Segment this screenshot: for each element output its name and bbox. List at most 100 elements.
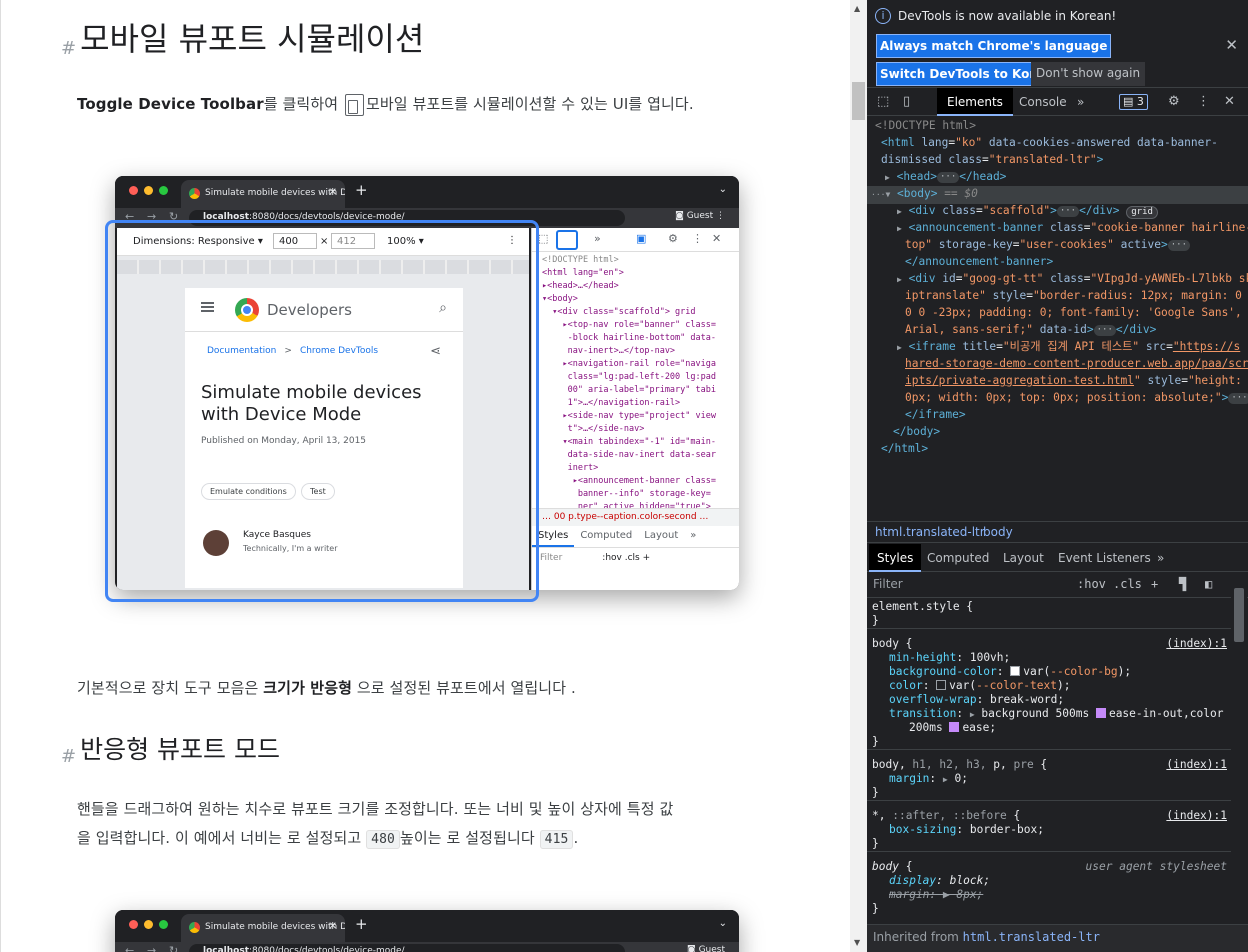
style-rule-line[interactable]: display: block; <box>867 874 990 888</box>
user-agent-label: user agent stylesheet <box>1085 860 1227 873</box>
styles-filter-bar: Filter :hov .cls + ▜ ◧ <box>867 572 1248 598</box>
style-rule-line[interactable]: } <box>867 786 879 800</box>
maximize-dot <box>159 186 168 195</box>
tab-computed[interactable]: Computed <box>919 544 997 572</box>
tab-elements[interactable]: Elements <box>937 88 1013 116</box>
styles-filter-input[interactable]: Filter <box>873 577 903 591</box>
new-rule-icon[interactable]: + <box>1151 577 1158 591</box>
hov-toggle[interactable]: :hov <box>1077 577 1106 591</box>
paint-icon[interactable]: ▜ <box>1179 577 1186 591</box>
rule-source-link[interactable]: (index):1 <box>1166 637 1227 651</box>
tab-event-listeners[interactable]: Event Listeners <box>1050 544 1159 572</box>
p3-b: 높이는 로 설정됩니다 <box>399 829 540 847</box>
figure-dom-line: ▾<body> <box>542 294 578 304</box>
article-page: # 모바일 뷰포트 시뮬레이션 Toggle Device Toolbar를 클릭… <box>0 0 850 952</box>
section-anchor[interactable]: # <box>61 746 76 767</box>
style-rule-line[interactable]: color: var(--color-text); <box>867 679 1070 693</box>
dom-node-line[interactable]: ▶ <head> ··· </head> <box>867 169 1006 187</box>
dom-node-line[interactable]: hared-storage-demo-content-producer.web.… <box>867 356 1248 373</box>
close-dot <box>129 186 138 195</box>
dom-node-line[interactable]: <html lang="ko" data-cookies-answered da… <box>867 135 1218 152</box>
scroll-down-icon[interactable]: ▼ <box>854 938 860 947</box>
style-rule-line[interactable]: } <box>867 614 879 628</box>
tab-layout[interactable]: Layout <box>995 544 1052 572</box>
issues-badge[interactable]: ▤ 3 <box>1119 94 1148 110</box>
rule-source-link[interactable]: (index):1 <box>1166 758 1227 772</box>
inherited-from-link[interactable]: html.translated-ltr <box>963 930 1100 944</box>
dom-node-line[interactable]: ▶ <announcement-banner class="cookie-ban… <box>867 220 1248 238</box>
close-devtools-icon[interactable]: ✕ <box>1224 94 1235 109</box>
fig-tab-layout: Layout <box>644 530 679 541</box>
style-rule-line[interactable]: *, ::after, ::before { <box>867 809 1020 823</box>
figure-dom-line: ▾<div class="scaffold"> grid <box>542 307 696 317</box>
style-rule-line[interactable]: } <box>867 837 879 851</box>
dom-node-line[interactable]: ipts/private-aggregation-test.html" styl… <box>867 373 1242 390</box>
inspect-element-icon[interactable]: ⬚ <box>877 94 889 109</box>
notice-message: DevTools is now available in Korean! <box>898 9 1117 23</box>
style-rule-line[interactable]: } <box>867 735 879 749</box>
figure-dom-line: ▸<head>…</head> <box>542 281 619 291</box>
fig-hov: :hov .cls + <box>602 553 651 563</box>
close-dot <box>129 920 138 929</box>
chrome-icon <box>189 188 200 199</box>
dom-node-line[interactable]: Arial, sans-serif;" data-id> ··· </div> <box>867 322 1156 339</box>
style-rule-line[interactable]: box-sizing: border-box; <box>867 823 1044 837</box>
styles-rules[interactable]: element.style {} body { (index):1 min-heigh… <box>867 598 1237 928</box>
dom-node-line[interactable]: iptranslate" style="border-radius: 12px;… <box>867 288 1242 305</box>
rule-divider <box>867 749 1237 750</box>
intro-paragraph: Toggle Device Toolbar를 클릭하여 모바일 뷰포트를 시뮬레… <box>77 89 694 119</box>
dom-node-line[interactable]: ▶ <iframe title="비공개 집계 API 테스트" src="ht… <box>867 339 1240 357</box>
gear-icon[interactable]: ⚙ <box>1168 94 1180 109</box>
page-scrollbar[interactable]: ▲ ▼ <box>850 0 867 952</box>
style-rule-line[interactable]: margin: ▶ 0; <box>867 772 968 787</box>
sidebar-toggle-icon[interactable]: ◧ <box>1205 577 1212 591</box>
dom-node-line[interactable]: ▶ <div class="scaffold"> ··· </div> grid <box>867 203 1158 221</box>
dom-node-line[interactable]: top" storage-key="user-cookies" active> ·… <box>867 237 1191 254</box>
dom-tree[interactable]: <!DOCTYPE html> <html lang="ko" data-cook… <box>867 118 1248 518</box>
dont-show-again-button[interactable]: Don't show again <box>1031 62 1146 86</box>
style-rule-line[interactable]: margin: ▶ 8px; <box>867 888 983 902</box>
dom-node-line[interactable]: </announcement-banner> <box>867 254 1053 271</box>
dom-breadcrumb: html.translated-ltr body <box>867 521 1248 543</box>
cls-toggle[interactable]: .cls <box>1113 577 1142 591</box>
style-rule-line[interactable]: } <box>867 902 879 916</box>
crumb-html[interactable]: html.translated-ltr <box>875 525 985 539</box>
style-rule-line[interactable]: body, h1, h2, h3, p, pre { <box>867 758 1047 772</box>
style-rule-line[interactable]: min-height: 100vh; <box>867 651 1010 665</box>
always-match-language-button[interactable]: Always match Chrome's language <box>876 34 1112 58</box>
dom-node-line[interactable]: </body> <box>867 424 940 441</box>
style-rule-line[interactable]: transition: ▶ background 500ms ease-in-o… <box>867 707 1223 722</box>
dom-node-line[interactable]: 0 0 -23px; padding: 0; font-family: 'Goo… <box>867 305 1242 322</box>
crumb-body[interactable]: body <box>983 525 1013 539</box>
figure-dom-line: <html lang="en"> <box>542 268 624 278</box>
chevron-down-icon: ⌄ <box>718 184 727 195</box>
rule-source-link[interactable]: (index):1 <box>1166 809 1227 823</box>
page-scroll-thumb[interactable] <box>852 82 865 120</box>
tab-styles[interactable]: Styles <box>869 544 922 572</box>
scroll-up-icon[interactable]: ▲ <box>854 4 860 13</box>
style-rule-line[interactable]: 200ms ease; <box>867 721 996 735</box>
style-rule-line[interactable]: element.style { <box>867 600 973 614</box>
reload-icon: ↻ <box>169 944 179 952</box>
dom-node-line[interactable]: ▶ <div id="goog-gt-tt" class="VIpgJd-yAW… <box>867 271 1248 289</box>
more-style-tabs-icon[interactable]: » <box>1149 544 1172 572</box>
dom-node-line[interactable]: 0px; width: 0px; top: 0px; position: abs… <box>867 390 1248 407</box>
dom-node-line[interactable]: </html> <box>867 441 928 458</box>
style-rule-line[interactable]: background-color: var(--color-bg); <box>867 665 1131 679</box>
close-icon[interactable]: ✕ <box>1225 36 1238 54</box>
styles-scroll-thumb[interactable] <box>1234 588 1244 642</box>
device-toolbar-icon[interactable]: ▯ <box>903 94 910 109</box>
dom-node-line[interactable]: dismissed class="translated-ltr"> <box>867 152 1103 169</box>
more-tabs-icon[interactable]: » <box>1067 88 1094 116</box>
figure-dom-line: inert> <box>542 463 599 473</box>
dom-node-body-selected[interactable]: ···▼ <body> == $0 <box>867 186 1248 204</box>
style-rule-line[interactable]: body { <box>867 637 912 651</box>
dom-node-line[interactable]: <!DOCTYPE html> <box>867 118 976 135</box>
figure-dom-line: t">…</side-nav> <box>542 424 645 434</box>
kebab-menu-icon[interactable]: ⋮ <box>1197 94 1210 109</box>
styles-scrollbar[interactable] <box>1231 572 1247 924</box>
dom-node-line[interactable]: </iframe> <box>867 407 966 424</box>
style-rule-line[interactable]: overflow-wrap: break-word; <box>867 693 1064 707</box>
style-rule-line[interactable]: body { <box>867 860 912 874</box>
heading-anchor[interactable]: # <box>61 38 76 59</box>
